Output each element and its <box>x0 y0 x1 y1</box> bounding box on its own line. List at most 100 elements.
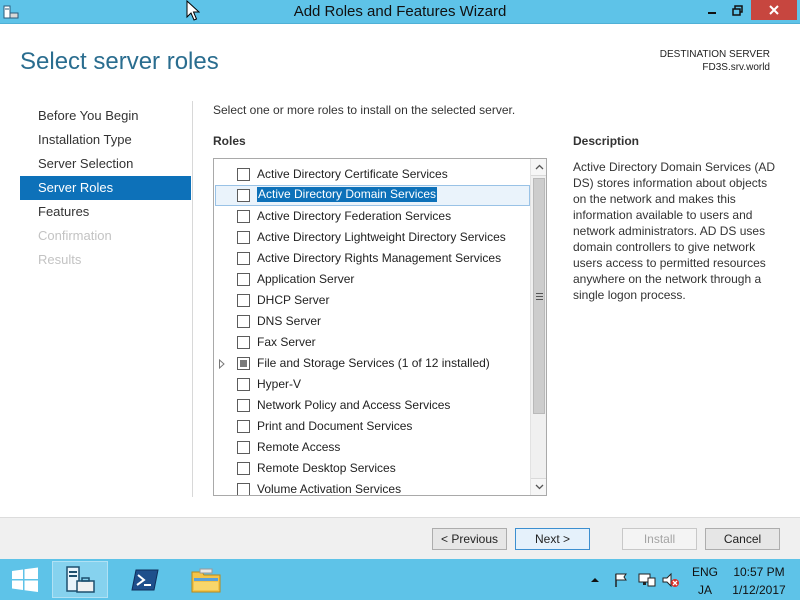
role-item[interactable]: Active Directory Domain Services <box>214 185 531 206</box>
scroll-down-button[interactable] <box>531 478 546 495</box>
chevron-up-icon <box>535 164 543 170</box>
role-label: Active Directory Rights Management Servi… <box>257 251 502 265</box>
chevron-down-icon <box>535 484 543 490</box>
window-title: Add Roles and Features Wizard <box>293 3 507 20</box>
role-item[interactable]: Hyper-V <box>214 374 531 395</box>
chevron-up-icon <box>591 577 599 582</box>
role-item[interactable]: Network Policy and Access Services <box>214 395 531 416</box>
nav-item-features[interactable]: Features <box>20 200 191 224</box>
instruction-text: Select one or more roles to install on t… <box>213 103 516 117</box>
role-checkbox[interactable] <box>237 378 250 391</box>
role-checkbox[interactable] <box>237 462 250 475</box>
minimize-button[interactable] <box>700 0 724 20</box>
clock-time: 10:57 PM <box>733 565 785 579</box>
role-checkbox[interactable] <box>237 420 250 433</box>
role-label: Active Directory Domain Services <box>257 187 438 202</box>
role-label: Active Directory Federation Services <box>257 209 452 223</box>
role-item[interactable]: Active Directory Certificate Services <box>214 164 531 185</box>
nav-item-results: Results <box>38 252 82 267</box>
nav-item-server-roles[interactable]: Server Roles <box>20 176 191 200</box>
role-checkbox[interactable] <box>237 441 250 454</box>
role-checkbox[interactable] <box>237 483 250 495</box>
tray-network[interactable] <box>638 559 656 600</box>
role-checkbox[interactable] <box>237 252 250 265</box>
nav-item-installation-type[interactable]: Installation Type <box>20 128 191 152</box>
nav-item-before-you-begin[interactable]: Before You Begin <box>20 104 191 128</box>
mouse-cursor-icon <box>186 0 201 25</box>
roles-scrollbar[interactable] <box>530 159 546 495</box>
role-label: Volume Activation Services <box>257 482 402 496</box>
role-item[interactable]: Remote Desktop Services <box>214 458 531 479</box>
role-checkbox[interactable] <box>237 315 250 328</box>
role-item[interactable]: Active Directory Rights Management Servi… <box>214 248 531 269</box>
role-item[interactable]: Print and Document Services <box>214 416 531 437</box>
role-checkbox[interactable] <box>237 168 250 181</box>
role-item[interactable]: Active Directory Lightweight Directory S… <box>214 227 531 248</box>
wizard-nav: Before You Begin Installation Type Serve… <box>20 104 191 272</box>
roles-header: Roles <box>213 134 246 148</box>
role-item[interactable]: Volume Activation Services <box>214 479 531 496</box>
language-code: ENG <box>691 565 718 579</box>
tray-action-center[interactable] <box>613 559 629 600</box>
role-label: Remote Access <box>257 440 341 454</box>
tray-volume[interactable] <box>662 559 680 600</box>
role-item[interactable]: Fax Server <box>214 332 531 353</box>
speaker-muted-icon <box>662 572 679 587</box>
role-item[interactable]: Active Directory Federation Services <box>214 206 531 227</box>
role-checkbox[interactable] <box>237 273 250 286</box>
install-button: Install <box>622 528 697 550</box>
role-label: Remote Desktop Services <box>257 461 396 475</box>
server-manager-icon <box>66 565 95 593</box>
role-label: Hyper-V <box>257 377 302 391</box>
keyboard-code: JA <box>697 583 712 597</box>
role-checkbox[interactable] <box>237 210 250 223</box>
cancel-button[interactable]: Cancel <box>705 528 780 550</box>
maximize-button[interactable] <box>724 0 750 20</box>
role-label: File and Storage Services (1 of 12 insta… <box>257 356 490 370</box>
taskbar-server-manager[interactable] <box>52 561 108 598</box>
expand-arrow-icon[interactable] <box>218 358 226 370</box>
title-bar[interactable]: Add Roles and Features Wizard <box>0 0 800 24</box>
folder-icon <box>191 568 221 592</box>
next-button[interactable]: Next > <box>515 528 590 550</box>
role-label: DNS Server <box>257 314 322 328</box>
flag-icon <box>615 573 627 587</box>
role-checkbox[interactable] <box>237 399 250 412</box>
close-button[interactable] <box>751 0 797 20</box>
role-item[interactable]: DHCP Server <box>214 290 531 311</box>
taskbar: ENG JA 10:57 PM 1/12/2017 <box>0 559 800 600</box>
start-button[interactable] <box>10 567 40 593</box>
role-label: Active Directory Lightweight Directory S… <box>257 230 506 244</box>
role-checkbox[interactable] <box>237 357 250 370</box>
network-icon <box>638 573 656 586</box>
role-checkbox[interactable] <box>237 189 250 202</box>
nav-divider <box>192 101 193 497</box>
system-clock[interactable]: 10:57 PM 1/12/2017 <box>730 565 788 597</box>
roles-list: Active Directory Certificate Services Act… <box>214 164 531 496</box>
tray-expand[interactable] <box>590 559 600 600</box>
role-checkbox[interactable] <box>237 336 250 349</box>
input-language[interactable]: ENG JA <box>690 565 720 597</box>
role-item[interactable]: Application Server <box>214 269 531 290</box>
previous-button[interactable]: < Previous <box>432 528 507 550</box>
scroll-up-button[interactable] <box>531 159 546 176</box>
clock-date: 1/12/2017 <box>732 583 786 597</box>
role-label: DHCP Server <box>257 293 330 307</box>
nav-item-confirmation: Confirmation <box>38 228 112 243</box>
taskbar-file-explorer[interactable] <box>178 561 234 598</box>
role-item[interactable]: DNS Server <box>214 311 531 332</box>
role-item[interactable]: File and Storage Services (1 of 12 insta… <box>214 353 531 374</box>
close-icon <box>769 5 779 15</box>
scroll-thumb[interactable] <box>533 178 545 414</box>
nav-item-server-selection[interactable]: Server Selection <box>20 152 191 176</box>
role-label: Fax Server <box>257 335 316 349</box>
role-checkbox[interactable] <box>237 294 250 307</box>
powershell-icon <box>131 569 159 590</box>
taskbar-powershell[interactable] <box>117 561 173 598</box>
role-checkbox[interactable] <box>237 231 250 244</box>
role-label: Print and Document Services <box>257 419 413 433</box>
grip-icon <box>535 292 543 300</box>
role-item[interactable]: Remote Access <box>214 437 531 458</box>
roles-list-box[interactable]: Active Directory Certificate Services Act… <box>213 158 547 496</box>
destination-server-label: DESTINATION SERVER <box>659 49 770 60</box>
